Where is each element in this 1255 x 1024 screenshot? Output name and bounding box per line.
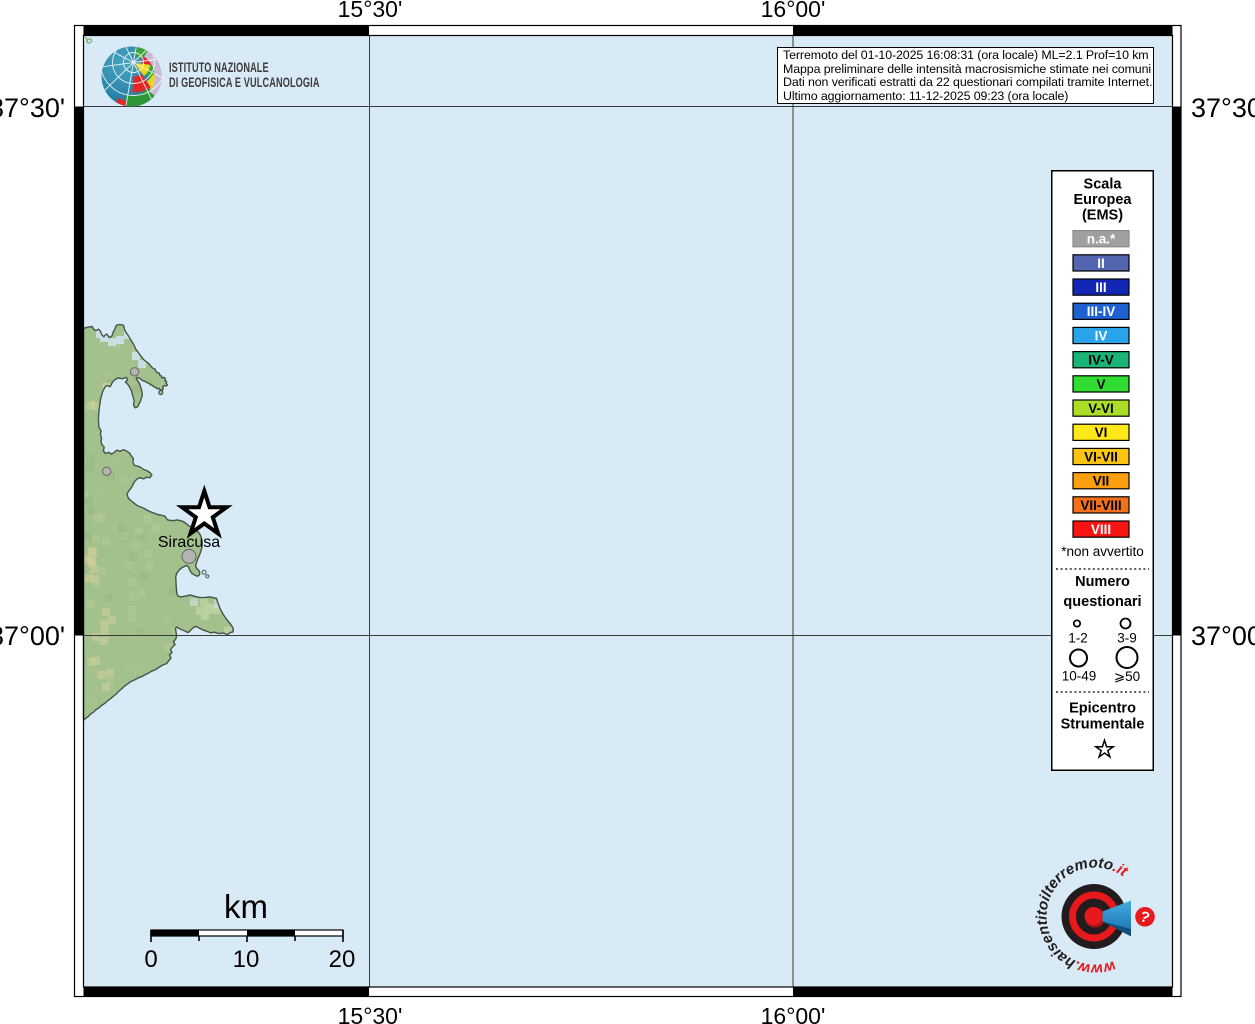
svg-text:VII: VII — [1093, 474, 1110, 489]
svg-text:*non avvertito: *non avvertito — [1061, 544, 1144, 559]
svg-text:V: V — [1096, 377, 1105, 392]
svg-text:1-2: 1-2 — [1068, 631, 1088, 646]
svg-text:IV-V: IV-V — [1088, 353, 1114, 368]
svg-text:VI-VII: VI-VII — [1084, 449, 1118, 464]
svg-text:(EMS): (EMS) — [1082, 208, 1123, 224]
svg-text:VI: VI — [1095, 425, 1108, 440]
svg-text:Scala: Scala — [1084, 177, 1123, 193]
svg-text:VIII: VIII — [1091, 522, 1111, 537]
svg-text:⩾50: ⩾50 — [1114, 669, 1140, 684]
svg-text:Strumentale: Strumentale — [1061, 717, 1145, 733]
svg-text:III: III — [1095, 280, 1106, 295]
svg-text:Epicentro: Epicentro — [1069, 701, 1136, 717]
svg-text:IV: IV — [1095, 328, 1108, 343]
svg-text:II: II — [1097, 256, 1105, 271]
svg-text:VII-VIII: VII-VIII — [1080, 498, 1121, 513]
svg-text:questionari: questionari — [1063, 594, 1141, 610]
svg-text:10-49: 10-49 — [1062, 669, 1097, 684]
svg-text:Europea: Europea — [1073, 192, 1132, 208]
svg-text:III-IV: III-IV — [1087, 304, 1116, 319]
svg-text:3-9: 3-9 — [1117, 631, 1137, 646]
svg-text:V-VI: V-VI — [1088, 401, 1114, 416]
svg-text:Numero: Numero — [1075, 574, 1130, 590]
svg-text:n.a.*: n.a.* — [1087, 232, 1116, 247]
